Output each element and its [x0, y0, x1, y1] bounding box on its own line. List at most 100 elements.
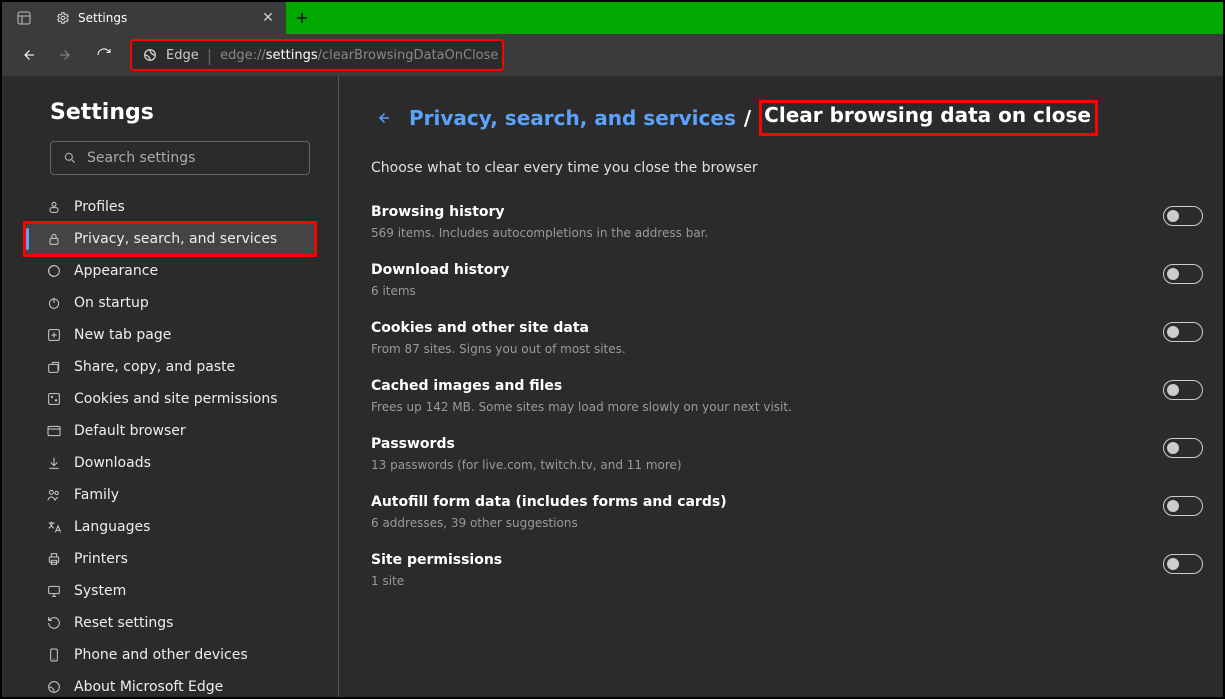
family-icon [46, 487, 62, 503]
sidebar-item-new-tab-page[interactable]: New tab page [26, 319, 314, 351]
breadcrumb-current: Clear browsing data on close [759, 100, 1098, 136]
option-title: Cached images and files [371, 378, 792, 394]
sidebar-item-system[interactable]: System [26, 575, 314, 607]
sidebar-item-label: System [74, 583, 126, 599]
browser-toolbar: Edge | edge://settings/clearBrowsingData… [2, 34, 1223, 76]
sidebar-item-label: Family [74, 487, 119, 503]
printer-icon [46, 551, 62, 567]
sidebar-item-label: Downloads [74, 455, 151, 471]
search-icon [63, 151, 77, 165]
phone-icon [46, 647, 62, 663]
clear-option-row: Browsing history 569 items. Includes auto… [371, 194, 1203, 252]
option-title: Passwords [371, 436, 682, 452]
gear-icon [56, 11, 70, 25]
settings-title: Settings [50, 100, 314, 125]
sidebar-item-label: About Microsoft Edge [74, 679, 223, 695]
address-bar[interactable]: Edge | edge://settings/clearBrowsingData… [130, 39, 504, 71]
sidebar-item-label: On startup [74, 295, 149, 311]
address-brand: Edge [166, 48, 199, 63]
sidebar-item-label: Profiles [74, 199, 125, 215]
option-description: 6 items [371, 284, 509, 298]
edge-logo-icon [142, 47, 158, 63]
sidebar-item-label: New tab page [74, 327, 171, 343]
option-description: 13 passwords (for live.com, twitch.tv, a… [371, 458, 682, 472]
sidebar-item-cookies[interactable]: Cookies and site permissions [26, 383, 314, 415]
tab-title: Settings [78, 11, 127, 25]
option-title: Browsing history [371, 204, 708, 220]
sidebar-item-printers[interactable]: Printers [26, 543, 314, 575]
refresh-button[interactable] [86, 37, 122, 73]
app-menu-icon[interactable] [2, 2, 46, 34]
back-button[interactable] [10, 37, 46, 73]
option-title: Autofill form data (includes forms and c… [371, 494, 727, 510]
toggle-switch[interactable] [1163, 554, 1203, 574]
settings-sidebar: Settings Search settings Profiles Privac… [2, 76, 339, 697]
appearance-icon [46, 263, 62, 279]
system-icon [46, 583, 62, 599]
sidebar-item-privacy[interactable]: Privacy, search, and services [26, 223, 314, 255]
sidebar-item-label: Languages [74, 519, 150, 535]
sidebar-item-label: Default browser [74, 423, 186, 439]
new-tab-button[interactable] [286, 2, 318, 34]
language-icon [46, 519, 62, 535]
option-title: Site permissions [371, 552, 502, 568]
cookies-icon [46, 391, 62, 407]
sidebar-item-reset[interactable]: Reset settings [26, 607, 314, 639]
sidebar-item-family[interactable]: Family [26, 479, 314, 511]
sidebar-item-label: Appearance [74, 263, 158, 279]
breadcrumb-back-button[interactable] [371, 106, 395, 130]
toggle-switch[interactable] [1163, 322, 1203, 342]
search-settings-input[interactable]: Search settings [50, 141, 310, 175]
address-url: edge://settings/clearBrowsingDataOnClose [220, 48, 498, 63]
title-bar: Settings ✕ [2, 2, 1223, 34]
clear-option-row: Site permissions 1 site [371, 542, 1203, 600]
sidebar-item-share[interactable]: Share, copy, and paste [26, 351, 314, 383]
profile-icon [46, 199, 62, 215]
option-description: 569 items. Includes autocompletions in t… [371, 226, 708, 240]
sidebar-item-on-startup[interactable]: On startup [26, 287, 314, 319]
sidebar-item-default-browser[interactable]: Default browser [26, 415, 314, 447]
sidebar-item-phone[interactable]: Phone and other devices [26, 639, 314, 671]
page-subtitle: Choose what to clear every time you clos… [371, 160, 1203, 176]
browser-icon [46, 423, 62, 439]
option-description: Frees up 142 MB. Some sites may load mor… [371, 400, 792, 414]
sidebar-item-profiles[interactable]: Profiles [26, 191, 314, 223]
search-placeholder: Search settings [87, 150, 195, 166]
breadcrumb-separator: / [744, 106, 751, 130]
sidebar-item-appearance[interactable]: Appearance [26, 255, 314, 287]
option-description: 1 site [371, 574, 502, 588]
forward-button[interactable] [48, 37, 84, 73]
settings-main: Privacy, search, and services / Clear br… [339, 76, 1223, 697]
toggle-switch[interactable] [1163, 496, 1203, 516]
close-tab-icon[interactable]: ✕ [260, 10, 276, 26]
lock-icon [46, 231, 62, 247]
sidebar-item-label: Phone and other devices [74, 647, 248, 663]
new-tab-icon [46, 327, 62, 343]
clear-option-row: Cached images and files Frees up 142 MB. … [371, 368, 1203, 426]
tab-strip: Settings ✕ [2, 2, 286, 34]
breadcrumb-link[interactable]: Privacy, search, and services [409, 106, 736, 130]
clear-option-row: Download history6 items [371, 252, 1203, 310]
sidebar-item-about[interactable]: About Microsoft Edge [26, 671, 314, 697]
settings-nav: Profiles Privacy, search, and services A… [26, 191, 314, 697]
sidebar-item-label: Privacy, search, and services [74, 231, 277, 247]
sidebar-item-downloads[interactable]: Downloads [26, 447, 314, 479]
sidebar-item-languages[interactable]: Languages [26, 511, 314, 543]
toggle-switch[interactable] [1163, 206, 1203, 226]
clear-options-list: Browsing history 569 items. Includes auto… [371, 194, 1203, 600]
download-icon [46, 455, 62, 471]
option-description: From 87 sites. Signs you out of most sit… [371, 342, 626, 356]
sidebar-item-label: Share, copy, and paste [74, 359, 235, 375]
tab-settings[interactable]: Settings ✕ [46, 2, 286, 34]
option-title: Cookies and other site data [371, 320, 626, 336]
clear-option-row: Autofill form data (includes forms and c… [371, 484, 1203, 542]
toggle-switch[interactable] [1163, 438, 1203, 458]
edge-icon [46, 679, 62, 695]
share-icon [46, 359, 62, 375]
toggle-switch[interactable] [1163, 380, 1203, 400]
option-description: 6 addresses, 39 other suggestions [371, 516, 727, 530]
reset-icon [46, 615, 62, 631]
toggle-switch[interactable] [1163, 264, 1203, 284]
clear-option-row: Cookies and other site data From 87 sites… [371, 310, 1203, 368]
clear-option-row: Passwords 13 passwords (for live.com, twi… [371, 426, 1203, 484]
